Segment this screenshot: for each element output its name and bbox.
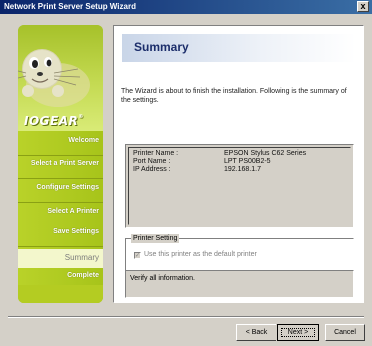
sidebar-item-select-printer: Select A Printer — [47, 208, 99, 215]
button-divider — [8, 316, 364, 318]
printer-name-key: Printer Name : — [133, 150, 179, 157]
port-name-value: LPT PS00B2-5 — [224, 158, 271, 165]
nav-divider — [18, 155, 103, 156]
sidebar-footer — [18, 285, 103, 303]
heading-banner: Summary — [122, 34, 356, 62]
iogear-logo: IOGEAR® — [24, 114, 84, 128]
sidebar-item-configure-settings: Configure Settings — [36, 184, 99, 191]
summary-intro: The Wizard is about to finish the instal… — [121, 88, 347, 104]
window-title: Network Print Server Setup Wizard — [4, 2, 136, 11]
verify-text: Verify all information. — [130, 275, 195, 282]
verify-info-box: Verify all information. — [125, 270, 354, 298]
settings-summary-box[interactable]: Printer Name : EPSON Stylus C62 Series P… — [125, 144, 354, 228]
sidebar-item-save-settings: Save Settings — [53, 228, 99, 235]
default-printer-label: Use this printer as the default printer — [144, 251, 257, 258]
close-button[interactable]: x — [357, 1, 369, 12]
title-bar: Network Print Server Setup Wizard x — [0, 0, 372, 14]
default-printer-checkbox[interactable]: ✓ — [134, 252, 141, 259]
next-button[interactable]: Next > — [276, 323, 320, 342]
sidebar-art: IOGEAR® — [18, 25, 103, 131]
sidebar-item-welcome: Welcome — [68, 137, 99, 144]
ip-address-value: 192.168.1.7 — [224, 166, 261, 173]
ip-address-key: IP Address : — [133, 166, 171, 173]
nav-divider — [18, 246, 103, 247]
port-name-key: Port Name : — [133, 158, 171, 165]
registered-mark: ® — [78, 114, 84, 120]
focus-ring — [281, 328, 315, 337]
mascot-icon — [18, 49, 90, 107]
sidebar-item-complete: Complete — [67, 272, 99, 279]
printer-name-value: EPSON Stylus C62 Series — [224, 150, 307, 157]
settings-summary-inner: Printer Name : EPSON Stylus C62 Series P… — [128, 147, 351, 225]
wizard-sidebar: IOGEAR® Welcome Select a Print Server Co… — [18, 25, 103, 303]
nav-divider — [18, 202, 103, 203]
cancel-button[interactable]: Cancel — [325, 324, 365, 341]
page-title: Summary — [134, 40, 189, 54]
nav-divider — [18, 178, 103, 179]
logo-text: IOGEAR — [24, 114, 79, 128]
back-button[interactable]: < Back — [236, 324, 277, 341]
printer-setting-legend: Printer Setting — [131, 234, 180, 243]
sidebar-item-summary: Summary — [64, 253, 99, 262]
sidebar-item-select-print-server: Select a Print Server — [30, 160, 99, 167]
summary-panel: Summary The Wizard is about to finish th… — [113, 25, 364, 303]
